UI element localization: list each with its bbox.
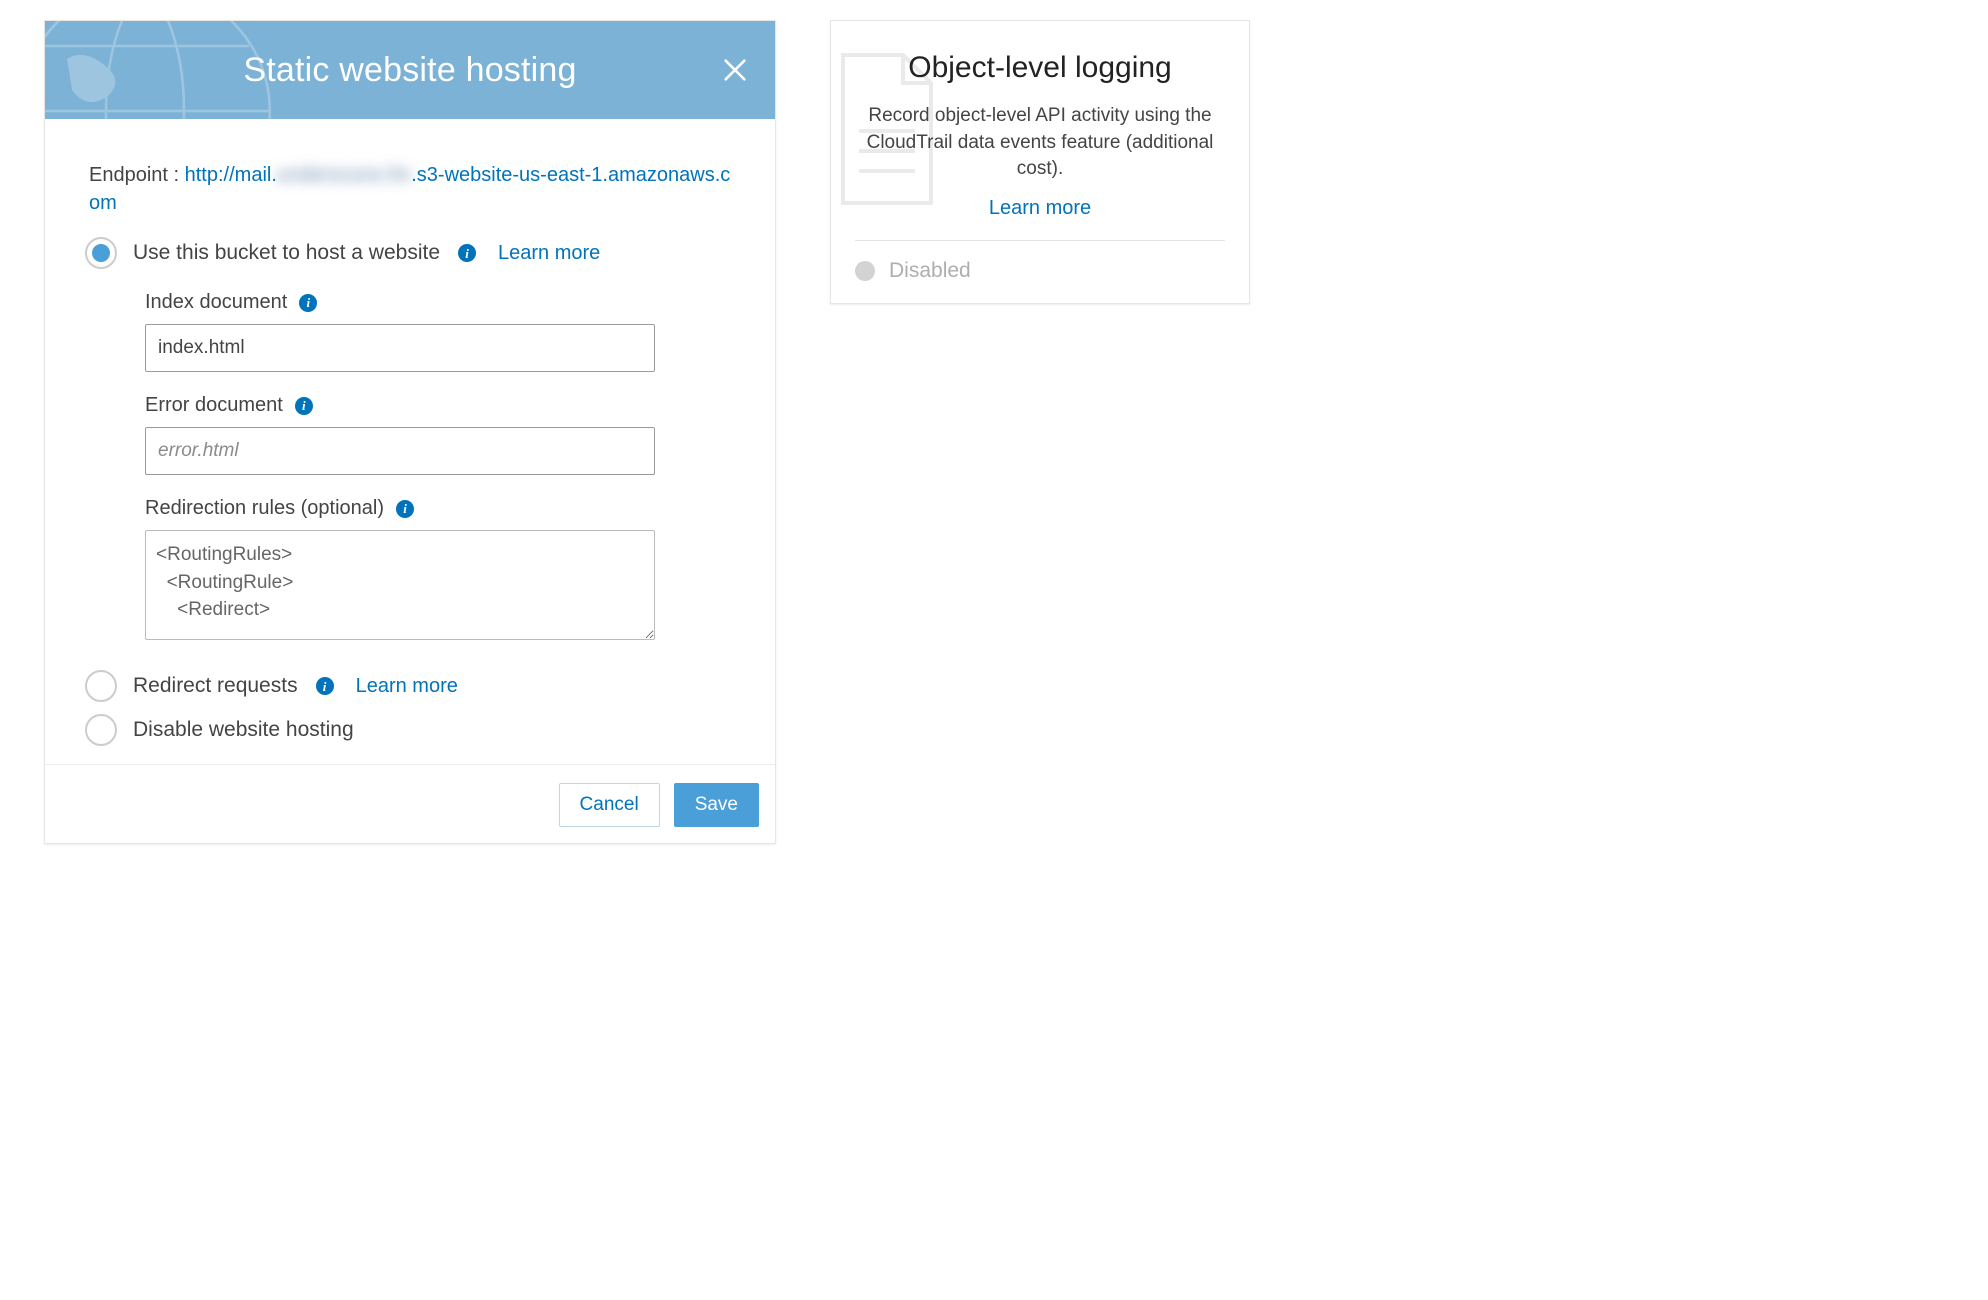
panel-title: Static website hosting <box>243 51 576 90</box>
logging-status-text: Disabled <box>889 259 971 283</box>
option-disable-hosting[interactable]: Disable website hosting <box>85 714 731 746</box>
index-document-input[interactable] <box>145 324 655 372</box>
option-disable-label: Disable website hosting <box>133 718 354 742</box>
radio-host-website[interactable] <box>85 237 117 269</box>
info-icon[interactable]: i <box>396 500 414 518</box>
option-redirect-label: Redirect requests <box>133 674 298 698</box>
cancel-button[interactable]: Cancel <box>559 783 660 827</box>
endpoint-row: Endpoint : http://mail.underscore.fm.s3-… <box>89 161 731 217</box>
logging-status-row: Disabled <box>855 259 1225 283</box>
close-icon[interactable] <box>721 56 749 84</box>
option-redirect-requests[interactable]: Redirect requests i Learn more <box>85 670 731 702</box>
card-title: Object-level logging <box>855 51 1225 85</box>
redirection-rules-input[interactable] <box>145 530 655 640</box>
endpoint-label: Endpoint : <box>89 164 185 186</box>
option-host-label: Use this bucket to host a website <box>133 241 440 265</box>
info-icon[interactable]: i <box>299 294 317 312</box>
index-document-label: Index document i <box>145 291 731 314</box>
learn-more-link[interactable]: Learn more <box>356 675 458 698</box>
learn-more-link[interactable]: Learn more <box>855 197 1225 220</box>
panel-footer: Cancel Save <box>45 764 775 843</box>
save-button[interactable]: Save <box>674 783 759 827</box>
card-description: Record object-level API activity using t… <box>861 103 1219 183</box>
divider <box>855 240 1225 241</box>
panel-body: Endpoint : http://mail.underscore.fm.s3-… <box>45 119 775 746</box>
endpoint-url-pre: http://mail. <box>185 164 277 186</box>
globe-decoration <box>45 21 275 119</box>
error-document-label: Error document i <box>145 394 731 417</box>
status-dot-icon <box>855 261 875 281</box>
option-host-website[interactable]: Use this bucket to host a website i Lear… <box>85 237 731 269</box>
info-icon[interactable]: i <box>458 244 476 262</box>
endpoint-url-masked: underscore.fm <box>277 161 411 189</box>
radio-disable-hosting[interactable] <box>85 714 117 746</box>
host-form-section: Index document i Error document i Redire… <box>89 291 731 646</box>
panel-header: Static website hosting <box>45 21 775 119</box>
radio-redirect-requests[interactable] <box>85 670 117 702</box>
index-document-text: Index document <box>145 291 287 314</box>
error-document-input[interactable] <box>145 427 655 475</box>
learn-more-link[interactable]: Learn more <box>498 242 600 265</box>
object-level-logging-card: Object-level logging Record object-level… <box>830 20 1250 304</box>
redirection-rules-label: Redirection rules (optional) i <box>145 497 731 520</box>
error-document-text: Error document <box>145 394 283 417</box>
static-website-hosting-panel: Static website hosting Endpoint : http:/… <box>44 20 776 844</box>
redirection-rules-text: Redirection rules (optional) <box>145 497 384 520</box>
info-icon[interactable]: i <box>316 677 334 695</box>
info-icon[interactable]: i <box>295 397 313 415</box>
endpoint-url[interactable]: http://mail.underscore.fm.s3-website-us-… <box>89 164 730 214</box>
